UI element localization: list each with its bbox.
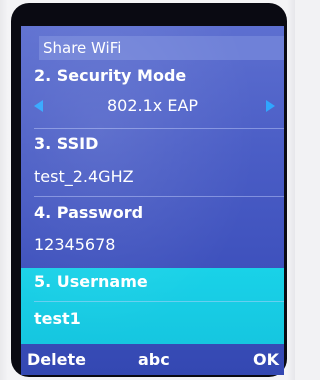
title-bar: Share WiFi <box>39 36 284 60</box>
password-label: 4. Password <box>34 203 144 222</box>
arrow-right-icon[interactable] <box>266 100 275 112</box>
divider <box>34 128 284 129</box>
softkey-bar: Delete abc OK <box>21 348 284 375</box>
abc-softkey[interactable]: abc <box>138 350 170 370</box>
password-value: 12345678 <box>34 235 116 254</box>
field-security-mode[interactable]: 2. Security Mode 802.1x EAP <box>21 64 284 120</box>
ssid-label: 3. SSID <box>34 134 99 153</box>
page-title: Share WiFi <box>43 39 122 57</box>
field-username[interactable]: 5. Username test1 <box>21 268 284 344</box>
delete-softkey[interactable]: Delete <box>27 350 86 370</box>
field-password[interactable]: 4. Password 12345678 <box>21 200 284 262</box>
ok-softkey[interactable]: OK <box>253 350 279 370</box>
security-mode-value: 802.1x EAP <box>106 96 199 115</box>
username-label: 5. Username <box>34 272 148 291</box>
phone-screen: Share WiFi 2. Security Mode 802.1x EAP 3… <box>21 26 284 375</box>
device-frame: Share WiFi 2. Security Mode 802.1x EAP 3… <box>0 0 295 380</box>
divider <box>34 301 284 302</box>
username-input[interactable]: test1 <box>34 309 81 329</box>
field-ssid[interactable]: 3. SSID test_2.4GHZ <box>21 132 284 192</box>
divider <box>34 196 284 197</box>
ssid-value: test_2.4GHZ <box>34 167 134 186</box>
security-mode-label: 2. Security Mode <box>34 66 187 85</box>
